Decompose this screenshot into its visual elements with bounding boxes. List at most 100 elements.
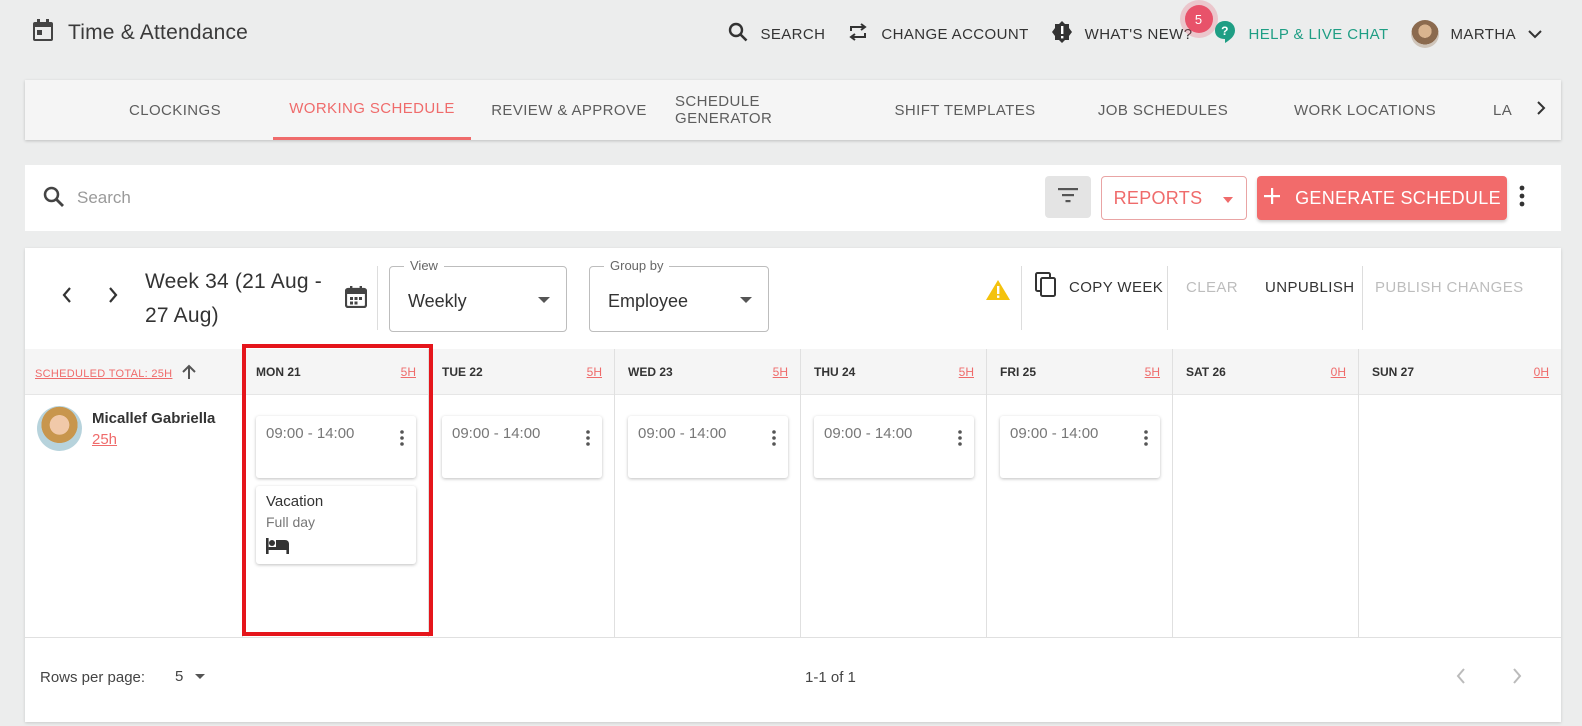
generate-schedule-button[interactable]: GENERATE SCHEDULE [1257,176,1507,220]
shift-time: 09:00 - 14:00 [824,425,913,442]
change-account-button[interactable]: CHANGE ACCOUNT [847,22,1028,46]
tab-work-locations[interactable]: WORK LOCATIONS [1283,80,1447,140]
top-nav: SEARCH CHANGE ACCOUNT WHAT'S NEW? 5 ? HE… [728,5,1542,48]
help-chat-label: HELP & LIVE CHAT [1248,25,1389,43]
copy-week-button[interactable]: COPY WEEK [1035,272,1163,302]
rows-per-page-select[interactable]: 5 [175,668,206,685]
more-vert-icon[interactable] [772,430,776,451]
arrow-up-icon [182,364,197,383]
caret-down-icon [195,674,206,679]
publish-changes-button[interactable]: PUBLISH CHANGES [1375,279,1524,296]
day-hours[interactable]: 5H [1145,365,1160,379]
whats-new-label: WHAT'S NEW? [1084,25,1193,43]
user-name: MARTHA [1450,25,1516,43]
day-header: FRI 25 5H [986,349,1172,395]
shift-time: 09:00 - 14:00 [638,425,727,442]
shift-card[interactable]: 09:00 - 14:00 [256,416,416,478]
prev-page-button[interactable] [1455,668,1467,689]
day-header: MON 21 5H [242,349,428,395]
copy-week-label: COPY WEEK [1069,278,1164,296]
tab-review-approve[interactable]: REVIEW & APPROVE [489,80,649,140]
notification-badge: 5 [1184,5,1213,33]
svg-text:?: ? [1222,24,1230,38]
search-icon [43,186,65,213]
divider [1362,266,1363,330]
filter-button[interactable] [1045,176,1091,218]
search-icon [728,22,748,46]
schedule-card: Week 34 (21 Aug - 27 Aug) View Weekly Gr… [25,248,1561,722]
more-vert-icon[interactable] [586,430,590,451]
chevron-down-icon [1528,26,1542,43]
clear-button[interactable]: CLEAR [1186,279,1238,296]
day-hours[interactable]: 5H [587,365,602,379]
calendar-picker-icon[interactable] [344,286,368,313]
column-divider [1172,349,1173,638]
copy-icon [1035,272,1057,302]
column-divider [614,349,615,638]
whats-new-button[interactable]: WHAT'S NEW? 5 [1051,5,1213,47]
more-vert-icon[interactable] [1519,185,1525,212]
tab-working-schedule[interactable]: WORKING SCHEDULE [273,80,471,140]
employee-cell: Micallef Gabriella 25h [37,406,215,451]
more-vert-icon[interactable] [1144,430,1148,451]
day-label: MON 21 [256,365,301,379]
scheduled-total-sort[interactable]: SCHEDULED TOTAL: 25H [35,364,197,383]
unpublish-button[interactable]: UNPUBLISH [1265,279,1354,296]
day-hours[interactable]: 0H [1331,365,1346,379]
warning-icon[interactable] [985,279,1011,306]
prev-week-button[interactable] [61,286,73,309]
tab-schedule-generator[interactable]: SCHEDULE GENERATOR [675,80,861,140]
vacation-card[interactable]: Vacation Full day [256,486,416,564]
column-divider [242,349,243,638]
employee-name[interactable]: Micallef Gabriella [92,410,215,427]
day-header: THU 24 5H [800,349,986,395]
more-vert-icon[interactable] [958,430,962,451]
day-label: FRI 25 [1000,365,1037,379]
shift-card[interactable]: 09:00 - 14:00 [628,416,788,478]
search-input[interactable] [77,183,677,213]
search-toolbar: REPORTS GENERATE SCHEDULE [25,165,1561,231]
next-week-button[interactable] [107,286,119,309]
group-by-select-value: Employee [608,291,689,311]
help-chat-button[interactable]: ? HELP & LIVE CHAT [1214,20,1388,48]
swap-icon [847,22,869,46]
vacation-title: Vacation [266,493,324,510]
employee-hours[interactable]: 25h [92,431,215,448]
day-hours[interactable]: 5H [959,365,974,379]
day-label: WED 23 [628,365,673,379]
generate-schedule-label: GENERATE SCHEDULE [1295,187,1501,208]
scheduled-total-label: SCHEDULED TOTAL: 25H [35,367,173,380]
search-nav-button[interactable]: SEARCH [728,22,825,46]
caret-down-icon [740,297,752,303]
help-icon: ? [1214,20,1236,48]
day-header: WED 23 5H [614,349,800,395]
shift-card[interactable]: 09:00 - 14:00 [442,416,602,478]
tab-clockings[interactable]: CLOCKINGS [110,80,240,140]
shift-card[interactable]: 09:00 - 14:00 [1000,416,1160,478]
day-hours[interactable]: 0H [1534,365,1549,379]
user-menu[interactable]: MARTHA [1410,20,1542,48]
rows-per-page-value: 5 [175,668,184,685]
next-page-button[interactable] [1511,668,1523,689]
tabs-scroll-right-button[interactable] [1521,80,1561,140]
tab-job-schedules[interactable]: JOB SCHEDULES [1093,80,1233,140]
day-label: TUE 22 [442,365,483,379]
app-title-text: Time & Attendance [68,20,249,44]
week-label: Week 34 (21 Aug - 27 Aug) [145,270,322,327]
new-release-icon [1051,21,1073,47]
day-hours[interactable]: 5H [401,365,416,379]
view-select[interactable]: View Weekly [389,258,567,332]
shift-time: 09:00 - 14:00 [266,425,355,442]
divider [1167,266,1168,330]
vacation-subtitle: Full day [266,514,316,530]
plus-icon [1263,187,1281,210]
reports-button[interactable]: REPORTS [1101,176,1247,220]
pagination-range: 1-1 of 1 [805,669,856,686]
day-hours[interactable]: 5H [773,365,788,379]
calendar-icon [32,18,54,47]
more-vert-icon[interactable] [400,430,404,451]
group-by-select[interactable]: Group by Employee [589,258,769,332]
shift-card[interactable]: 09:00 - 14:00 [814,416,974,478]
tab-shift-templates[interactable]: SHIFT TEMPLATES [885,80,1045,140]
group-by-select-label: Group by [604,258,670,273]
